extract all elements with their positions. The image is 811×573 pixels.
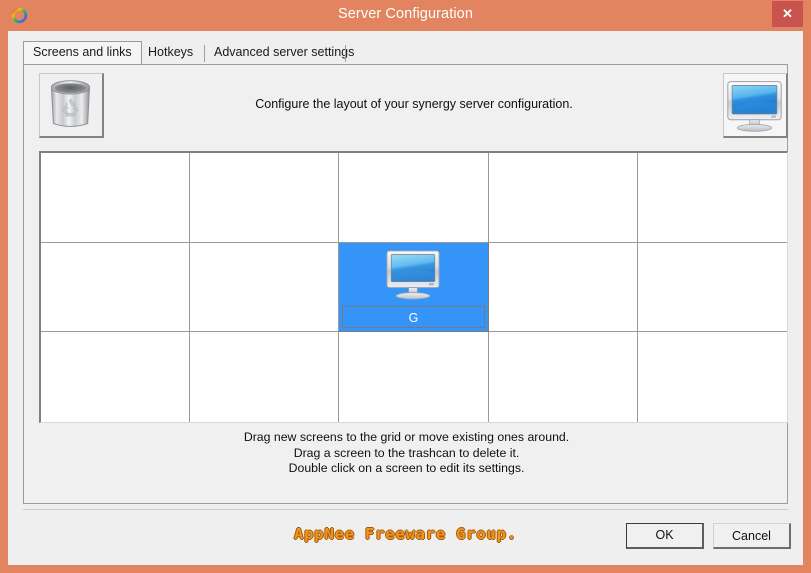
tab-page-screens-and-links: Configure the layout of your synergy ser… bbox=[23, 64, 788, 504]
grid-cell-r2c0[interactable] bbox=[41, 332, 191, 422]
tab-hotkeys[interactable]: Hotkeys bbox=[139, 41, 203, 64]
tab-strip: Screens and links Hotkeys Advanced serve… bbox=[23, 41, 788, 65]
screen-icon-wrap bbox=[339, 245, 487, 309]
ok-button[interactable]: OK bbox=[626, 523, 704, 549]
screen-name-label[interactable]: G bbox=[342, 306, 485, 329]
title-bar: Server Configuration ✕ bbox=[0, 0, 811, 31]
hint-line-2: Drag a screen to the trashcan to delete … bbox=[293, 445, 520, 460]
grid-cell-r0c3[interactable] bbox=[488, 153, 638, 243]
dialog-window: Server Configuration ✕ Screens and links… bbox=[0, 0, 811, 573]
tab-screens-and-links[interactable]: Screens and links bbox=[23, 41, 142, 64]
footer-row: AppNee Freeware Group. OK Cancel bbox=[8, 509, 803, 565]
grid-cell-r0c4[interactable] bbox=[637, 153, 787, 243]
tab-advanced-server-settings[interactable]: Advanced server settings bbox=[205, 41, 364, 64]
hint-line-1: Drag new screens to the grid or move exi… bbox=[243, 430, 570, 444]
grid-cell-r0c2[interactable] bbox=[339, 153, 489, 243]
dialog-client-area: Screens and links Hotkeys Advanced serve… bbox=[8, 31, 803, 565]
grid-cell-r0c1[interactable] bbox=[190, 153, 340, 243]
grid-cell-r2c4[interactable] bbox=[637, 332, 787, 422]
cancel-button[interactable]: Cancel bbox=[713, 523, 791, 549]
grid-cell-r1c3[interactable] bbox=[488, 242, 638, 333]
trashcan-icon bbox=[50, 80, 91, 127]
close-button[interactable]: ✕ bbox=[772, 1, 803, 27]
grid-cell-r2c3[interactable] bbox=[488, 332, 638, 422]
screen-layout-grid[interactable]: G bbox=[39, 151, 788, 423]
trashcan-drop-target[interactable] bbox=[39, 73, 104, 138]
tab-separator-3 bbox=[345, 45, 346, 62]
grid-hints: Drag new screens to the grid or move exi… bbox=[24, 430, 789, 477]
page-description: Configure the layout of your synergy ser… bbox=[255, 97, 573, 111]
grid-cell-r0c0[interactable] bbox=[41, 153, 191, 243]
grid-cell-r1c1[interactable] bbox=[190, 242, 340, 333]
monitor-icon bbox=[727, 81, 782, 132]
monitor-icon bbox=[386, 250, 441, 300]
hint-line-3: Double click on a screen to edit its set… bbox=[288, 461, 525, 475]
grid-cell-r2c2[interactable] bbox=[339, 332, 489, 422]
grid-cell-r1c2-screen-g[interactable]: G bbox=[339, 242, 489, 333]
window-title: Server Configuration bbox=[338, 6, 473, 22]
grid-cell-r1c0[interactable] bbox=[41, 242, 191, 333]
grid-cell-r2c1[interactable] bbox=[190, 332, 340, 422]
new-screen-source[interactable] bbox=[723, 73, 788, 138]
grid-cell-r1c4[interactable] bbox=[637, 242, 787, 333]
